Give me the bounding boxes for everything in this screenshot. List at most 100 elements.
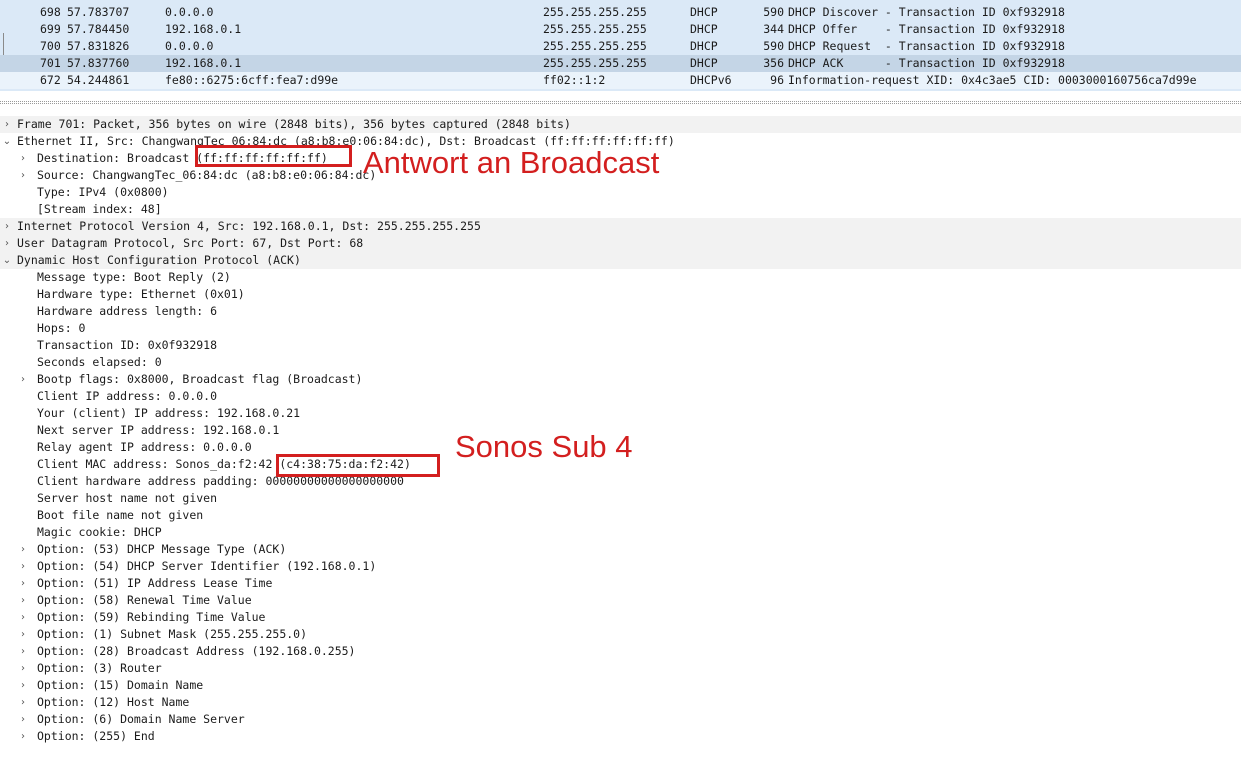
packet-source: 192.168.0.1 xyxy=(165,22,242,36)
tree-item-type[interactable]: Type: IPv4 (0x0800) xyxy=(0,184,1241,201)
packet-time: 57.837760 xyxy=(67,56,130,70)
packet-info: DHCP ACK - Transaction ID 0xf932918 xyxy=(788,56,1065,70)
chevron-right-icon[interactable]: › xyxy=(2,116,12,133)
chevron-right-icon[interactable]: › xyxy=(18,694,28,711)
chevron-right-icon[interactable]: › xyxy=(18,643,28,660)
tree-item-stream-index[interactable]: [Stream index: 48] xyxy=(0,201,1241,218)
packet-row[interactable]: 672 54.244861 fe80::6275:6cff:fea7:d99e … xyxy=(0,72,1241,89)
tree-item-option-59[interactable]: › Option: (59) Rebinding Time Value xyxy=(0,609,1241,626)
packet-row[interactable]: 698 57.783707 0.0.0.0 255.255.255.255 DH… xyxy=(0,4,1241,21)
tree-item-label: Source: ChangwangTec_06:84:dc (a8:b8:e0:… xyxy=(37,168,377,182)
chevron-right-icon[interactable]: › xyxy=(18,541,28,558)
chevron-right-icon[interactable]: › xyxy=(18,660,28,677)
tree-item-label: Dynamic Host Configuration Protocol (ACK… xyxy=(17,253,301,267)
tree-item-label: Frame 701: Packet, 356 bytes on wire (28… xyxy=(17,117,571,131)
packet-info: DHCP Offer - Transaction ID 0xf932918 xyxy=(788,22,1065,36)
tree-item-label: Option: (28) Broadcast Address (192.168.… xyxy=(37,644,356,658)
tree-item-label: Server host name not given xyxy=(37,491,218,505)
packet-row-selected[interactable]: 701 57.837760 192.168.0.1 255.255.255.25… xyxy=(0,55,1241,72)
tree-item-label: Magic cookie: DHCP xyxy=(37,525,162,539)
chevron-right-icon[interactable]: › xyxy=(2,218,12,235)
packet-source: fe80::6275:6cff:fea7:d99e xyxy=(165,73,339,87)
packet-number: 700 xyxy=(40,39,61,53)
tree-item-hardware-type[interactable]: Hardware type: Ethernet (0x01) xyxy=(0,286,1241,303)
packet-length: 590 xyxy=(763,5,784,19)
tree-item-frame[interactable]: › Frame 701: Packet, 356 bytes on wire (2… xyxy=(0,116,1241,133)
tree-item-option-255[interactable]: › Option: (255) End xyxy=(0,728,1241,745)
tree-item-hw-addr-length[interactable]: Hardware address length: 6 xyxy=(0,303,1241,320)
tree-item-label: Your (client) IP address: 192.168.0.21 xyxy=(37,406,301,420)
packet-protocol: DHCP xyxy=(690,22,718,36)
tree-item-label: Option: (12) Host Name xyxy=(37,695,190,709)
tree-item-your-ip[interactable]: Your (client) IP address: 192.168.0.21 xyxy=(0,405,1241,422)
chevron-right-icon[interactable]: › xyxy=(18,677,28,694)
tree-item-seconds-elapsed[interactable]: Seconds elapsed: 0 xyxy=(0,354,1241,371)
chevron-right-icon[interactable]: › xyxy=(2,235,12,252)
chevron-right-icon[interactable]: › xyxy=(18,167,28,184)
tree-item-label: User Datagram Protocol, Src Port: 67, Ds… xyxy=(17,236,364,250)
tree-item-label: Option: (51) IP Address Lease Time xyxy=(37,576,273,590)
tree-item-boot-file-name[interactable]: Boot file name not given xyxy=(0,507,1241,524)
mac-highlight-box xyxy=(276,454,440,477)
chevron-right-icon[interactable]: › xyxy=(18,592,28,609)
chevron-right-icon[interactable]: › xyxy=(18,150,28,167)
packet-destination: 255.255.255.255 xyxy=(543,39,647,53)
tree-item-transaction-id[interactable]: Transaction ID: 0x0f932918 xyxy=(0,337,1241,354)
tree-item-ipv4[interactable]: › Internet Protocol Version 4, Src: 192.1… xyxy=(0,218,1241,235)
chevron-right-icon[interactable]: › xyxy=(18,609,28,626)
packet-time: 54.244861 xyxy=(67,73,130,87)
tree-item-server-host-name[interactable]: Server host name not given xyxy=(0,490,1241,507)
chevron-right-icon[interactable]: › xyxy=(18,558,28,575)
packet-source: 0.0.0.0 xyxy=(165,39,214,53)
tree-item-label: Client IP address: 0.0.0.0 xyxy=(37,389,218,403)
packet-info: DHCP Request - Transaction ID 0xf932918 xyxy=(788,39,1065,53)
packet-protocol: DHCP xyxy=(690,39,718,53)
tree-item-label: Option: (54) DHCP Server Identifier (192… xyxy=(37,559,377,573)
splitter-grip[interactable] xyxy=(0,101,1241,104)
tree-item-option-3[interactable]: › Option: (3) Router xyxy=(0,660,1241,677)
packet-row[interactable]: 700 57.831826 0.0.0.0 255.255.255.255 DH… xyxy=(0,38,1241,55)
chevron-right-icon[interactable]: › xyxy=(18,575,28,592)
tree-item-udp[interactable]: › User Datagram Protocol, Src Port: 67, D… xyxy=(0,235,1241,252)
tree-item-label: Hardware type: Ethernet (0x01) xyxy=(37,287,245,301)
packet-time: 57.784450 xyxy=(67,22,130,36)
tree-item-option-15[interactable]: › Option: (15) Domain Name xyxy=(0,677,1241,694)
packet-row[interactable]: 699 57.784450 192.168.0.1 255.255.255.25… xyxy=(0,21,1241,38)
packet-length: 344 xyxy=(763,22,784,36)
chevron-right-icon[interactable]: › xyxy=(18,728,28,745)
packet-number: 672 xyxy=(40,73,61,87)
tree-item-option-53[interactable]: › Option: (53) DHCP Message Type (ACK) xyxy=(0,541,1241,558)
tree-item-option-51[interactable]: › Option: (51) IP Address Lease Time xyxy=(0,575,1241,592)
packet-number: 701 xyxy=(40,56,61,70)
tree-item-label: Next server IP address: 192.168.0.1 xyxy=(37,423,280,437)
packet-protocol: DHCP xyxy=(690,5,718,19)
tree-item-option-58[interactable]: › Option: (58) Renewal Time Value xyxy=(0,592,1241,609)
tree-item-client-ip[interactable]: Client IP address: 0.0.0.0 xyxy=(0,388,1241,405)
chevron-right-icon[interactable]: › xyxy=(18,626,28,643)
tree-item-label: Option: (3) Router xyxy=(37,661,162,675)
packet-destination: 255.255.255.255 xyxy=(543,56,647,70)
tree-item-option-12[interactable]: › Option: (12) Host Name xyxy=(0,694,1241,711)
tree-item-option-54[interactable]: › Option: (54) DHCP Server Identifier (19… xyxy=(0,558,1241,575)
tree-item-option-28[interactable]: › Option: (28) Broadcast Address (192.168… xyxy=(0,643,1241,660)
tree-item-hops[interactable]: Hops: 0 xyxy=(0,320,1241,337)
packet-info: DHCP Discover - Transaction ID 0xf932918 xyxy=(788,5,1065,19)
tree-item-dhcp[interactable]: ⌄ Dynamic Host Configuration Protocol (AC… xyxy=(0,252,1241,269)
packet-number: 699 xyxy=(40,22,61,36)
tree-item-label: Option: (59) Rebinding Time Value xyxy=(37,610,266,624)
tree-item-magic-cookie[interactable]: Magic cookie: DHCP xyxy=(0,524,1241,541)
tree-item-bootp-flags[interactable]: › Bootp flags: 0x8000, Broadcast flag (Br… xyxy=(0,371,1241,388)
packet-protocol: DHCPv6 xyxy=(690,73,732,87)
tree-item-option-1[interactable]: › Option: (1) Subnet Mask (255.255.255.0) xyxy=(0,626,1241,643)
chevron-right-icon[interactable]: › xyxy=(18,371,28,388)
chevron-down-icon[interactable]: ⌄ xyxy=(2,252,12,269)
packet-number: 698 xyxy=(40,5,61,19)
tree-item-label: Seconds elapsed: 0 xyxy=(37,355,162,369)
tree-item-option-6[interactable]: › Option: (6) Domain Name Server xyxy=(0,711,1241,728)
packet-destination: ff02::1:2 xyxy=(543,73,606,87)
packet-list[interactable]: 698 57.783707 0.0.0.0 255.255.255.255 DH… xyxy=(0,0,1241,91)
tree-item-client-hw-padding[interactable]: Client hardware address padding: 0000000… xyxy=(0,473,1241,490)
tree-item-message-type[interactable]: Message type: Boot Reply (2) xyxy=(0,269,1241,286)
chevron-down-icon[interactable]: ⌄ xyxy=(2,133,12,150)
chevron-right-icon[interactable]: › xyxy=(18,711,28,728)
